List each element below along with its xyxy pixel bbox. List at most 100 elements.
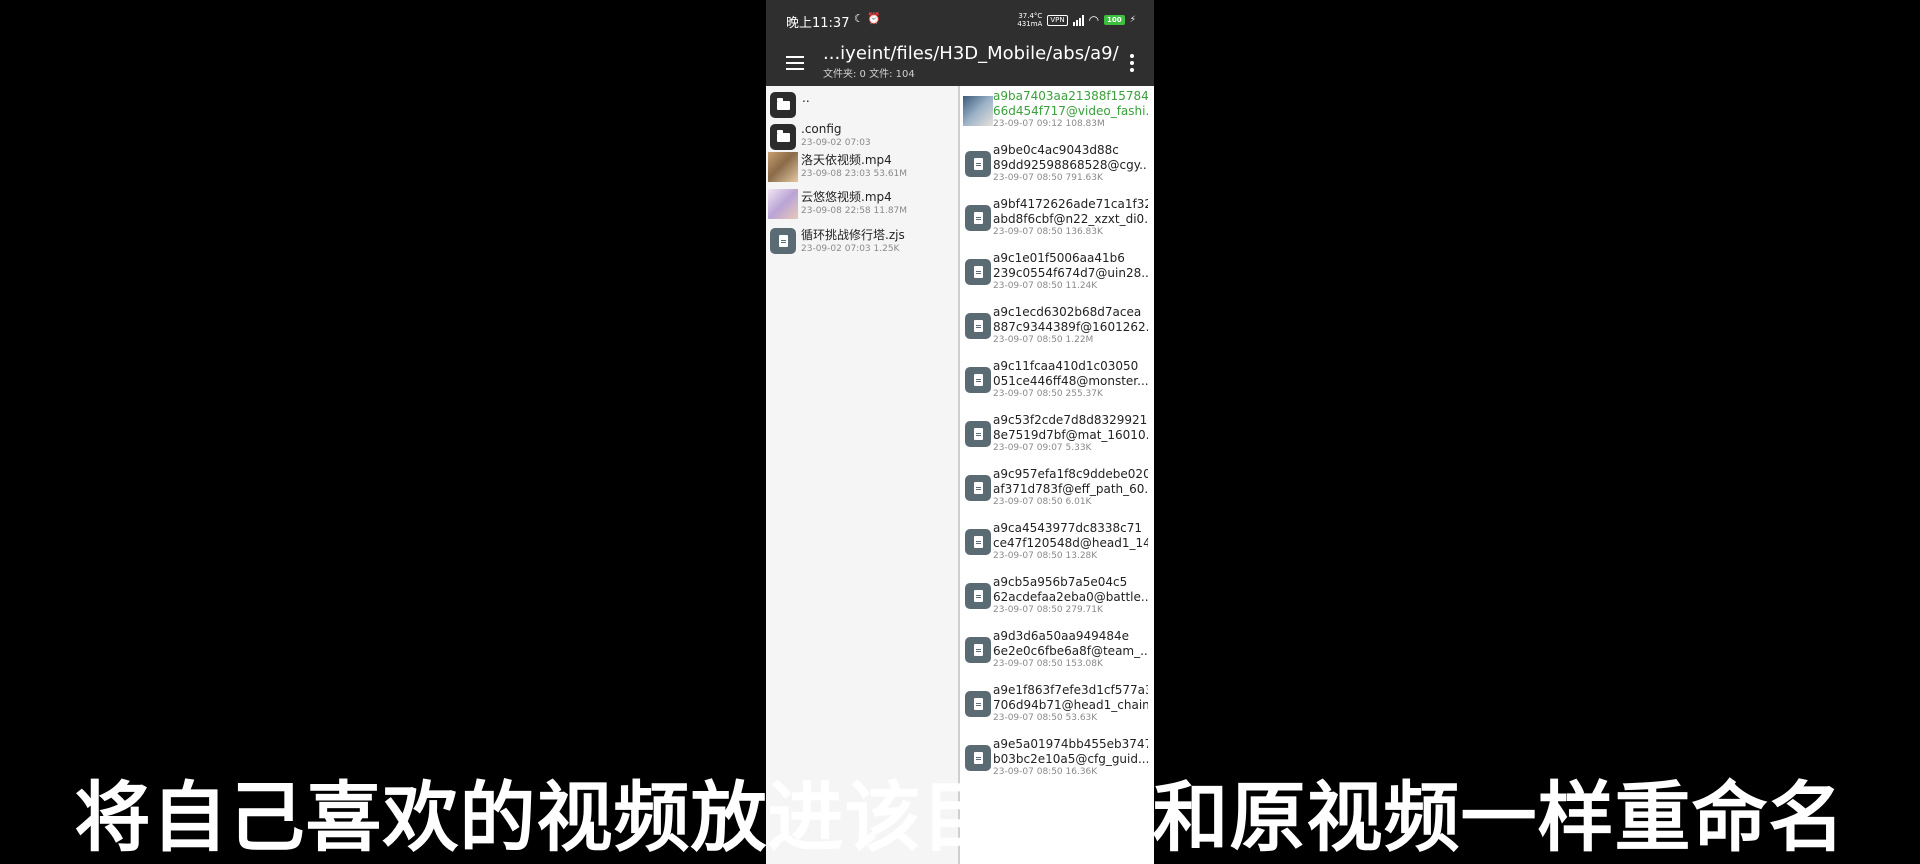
charging-icon: ⚡: [1129, 15, 1136, 25]
video-subtitle-caption: 将自己喜欢的视频放进该目录并和原视频一样重命名: [74, 773, 1846, 862]
file-meta: 23-09-07 09:07 5.33K: [993, 443, 1092, 453]
file-meta: 23-09-07 08:50 255.37K: [993, 389, 1103, 399]
document-icon: [965, 151, 991, 177]
file-name-line2: ce47f120548d@head1_14...: [993, 536, 1148, 550]
list-item-video[interactable]: 洛天依视频.mp4 23-09-08 23:03 53.61M: [766, 151, 958, 183]
file-meta: 23-09-08 23:03 53.61M: [801, 169, 908, 179]
file-meta: 23-09-07 08:50 136.83K: [993, 227, 1103, 237]
file-name-line2: abd8f6cbf@n22_xzxt_di0...: [993, 212, 1148, 226]
status-bar: 晚上11:37 ☾ ⏰ 37.4°C 431mA VPN ◠ 100 ⚡: [766, 0, 1154, 40]
folder-icon: [770, 92, 796, 118]
file-meta: 23-09-07 08:50 153.08K: [993, 659, 1103, 669]
file-name-line1: a9c11fcaa410d1c03050: [993, 359, 1139, 373]
file-name: 洛天依视频.mp4: [801, 153, 892, 167]
file-name-line1: a9ba7403aa21388f157844: [993, 89, 1148, 103]
file-name-line2: 8e7519d7bf@mat_16010...: [993, 428, 1148, 442]
file-name-line1: a9c1ecd6302b68d7acea: [993, 305, 1142, 319]
file-name: ..: [802, 91, 810, 105]
file-name-line2: b03bc2e10a5@cfg_guid...: [993, 752, 1148, 766]
list-item-parent-folder[interactable]: ..: [766, 90, 958, 118]
app-toolbar: ...iyeint/files/H3D_Mobile/abs/a9/ 文件夹: …: [766, 40, 1154, 86]
document-icon: [770, 228, 796, 254]
file-name-line2: 89dd92598868528@cgy...: [993, 158, 1148, 172]
file-meta: 23-09-07 08:50 791.63K: [993, 173, 1103, 183]
video-thumbnail: [768, 152, 798, 182]
document-icon: [965, 367, 991, 393]
list-item-config-folder[interactable]: .config 23-09-02 07:03: [766, 121, 958, 151]
file-name-line1: a9c957efa1f8c9ddebe020: [993, 467, 1148, 481]
list-item-file[interactable]: a9bf4172626ade71ca1f320 abd8f6cbf@n22_xz…: [960, 196, 1154, 240]
video-thumbnail: [768, 189, 798, 219]
wifi-icon: ◠: [1088, 13, 1100, 27]
document-icon: [965, 475, 991, 501]
list-item-video[interactable]: 云悠悠视频.mp4 23-09-08 22:58 11.87M: [766, 188, 958, 220]
moon-alarm-icons: ☾ ⏰: [854, 12, 882, 25]
current-readout: 431mA: [1017, 20, 1043, 28]
file-meta: 23-09-07 08:50 6.01K: [993, 497, 1092, 507]
battery-icon: 100: [1104, 15, 1125, 25]
list-item-file[interactable]: a9d3d6a50aa949484e 6e2e0c6fbe6a8f@team_.…: [960, 628, 1154, 672]
list-item-file[interactable]: a9c1ecd6302b68d7acea 887c9344389f@160126…: [960, 304, 1154, 348]
folder-file-count: 文件夹: 0 文件: 104: [823, 69, 915, 80]
list-item-file[interactable]: a9e1f863f7efe3d1cf577a3 706d94b71@head1_…: [960, 682, 1154, 726]
temp-readout: 37.4°C: [1018, 12, 1043, 20]
file-name-line1: a9cb5a956b7a5e04c5: [993, 575, 1128, 589]
status-right-cluster: 37.4°C 431mA VPN ◠ 100 ⚡: [1017, 9, 1136, 31]
video-thumbnail: [963, 96, 993, 126]
list-item-file[interactable]: a9be0c4ac9043d88c 89dd92598868528@cgy...…: [960, 142, 1154, 186]
file-meta: 23-09-07 08:50 11.24K: [993, 281, 1098, 291]
file-name-line1: a9d3d6a50aa949484e: [993, 629, 1130, 643]
document-icon: [965, 259, 991, 285]
file-name-line1: a9c53f2cde7d8d8329921c: [993, 413, 1148, 427]
list-item-file[interactable]: a9c53f2cde7d8d8329921c 8e7519d7bf@mat_16…: [960, 412, 1154, 456]
file-name-line2: 887c9344389f@1601262...: [993, 320, 1148, 334]
menu-icon[interactable]: [782, 50, 808, 76]
file-name: 云悠悠视频.mp4: [801, 190, 892, 204]
file-name-line2: 051ce446ff48@monster...: [993, 374, 1148, 388]
file-meta: 23-09-07 09:12 108.83M: [993, 119, 1105, 129]
file-name-line1: a9c1e01f5006aa41b6: [993, 251, 1125, 265]
file-name-line2: 706d94b71@head1_chain...: [993, 698, 1148, 712]
document-icon: [965, 205, 991, 231]
list-item-file[interactable]: a9ca4543977dc8338c71 ce47f120548d@head1_…: [960, 520, 1154, 564]
vpn-icon: VPN: [1047, 14, 1068, 26]
document-icon: [965, 583, 991, 609]
list-item-file[interactable]: a9c11fcaa410d1c03050 051ce446ff48@monste…: [960, 358, 1154, 402]
file-meta: 23-09-07 08:50 53.63K: [993, 713, 1098, 723]
file-meta: 23-09-07 08:50 279.71K: [993, 605, 1103, 615]
more-options-icon[interactable]: [1122, 50, 1142, 76]
document-icon: [965, 691, 991, 717]
path-title: ...iyeint/files/H3D_Mobile/abs/a9/: [823, 43, 1119, 64]
document-icon: [965, 529, 991, 555]
file-meta: 23-09-02 07:03 1.25K: [801, 244, 900, 254]
list-item-file[interactable]: 循环挑战修行塔.zjs 23-09-02 07:03 1.25K: [766, 226, 958, 258]
left-file-pane: .. .config 23-09-02 07:03 洛天依视频.mp4 23-0…: [766, 86, 960, 864]
list-item-file[interactable]: a9c1e01f5006aa41b6 239c0554f674d7@uin28.…: [960, 250, 1154, 294]
file-name-line2: 239c0554f674d7@uin28...: [993, 266, 1148, 280]
file-name-line1: a9e1f863f7efe3d1cf577a3: [993, 683, 1148, 697]
right-file-pane: a9ba7403aa21388f157844 66d454f717@video_…: [960, 86, 1154, 864]
file-name-line2: 6e2e0c6fbe6a8f@team_...: [993, 644, 1148, 658]
file-name-line2: 66d454f717@video_fashi...: [993, 104, 1148, 118]
signal-icon: [1072, 14, 1084, 26]
list-item-file[interactable]: a9cb5a956b7a5e04c5 62acdefaa2eba0@battle…: [960, 574, 1154, 618]
file-name-line2: af371d783f@eff_path_60...: [993, 482, 1148, 496]
list-item-video[interactable]: a9ba7403aa21388f157844 66d454f717@video_…: [960, 88, 1154, 132]
file-meta: 23-09-07 08:50 13.28K: [993, 551, 1098, 561]
file-name: .config: [801, 122, 842, 136]
temp-current-readout: 37.4°C 431mA: [1017, 12, 1042, 28]
phone-screen: 晚上11:37 ☾ ⏰ 37.4°C 431mA VPN ◠ 100 ⚡ ...…: [766, 0, 1154, 864]
list-item-file[interactable]: a9c957efa1f8c9ddebe020 af371d783f@eff_pa…: [960, 466, 1154, 510]
status-time: 晚上11:37: [786, 16, 850, 31]
file-meta: 23-09-07 08:50 1.22M: [993, 335, 1094, 345]
file-meta: 23-09-08 22:58 11.87M: [801, 206, 908, 216]
document-icon: [965, 637, 991, 663]
file-name-line2: 62acdefaa2eba0@battle...: [993, 590, 1148, 604]
file-name-line1: a9bf4172626ade71ca1f320: [993, 197, 1148, 211]
folder-icon: [770, 124, 796, 150]
file-meta: 23-09-02 07:03: [801, 138, 871, 148]
document-icon: [965, 745, 991, 771]
file-name-line1: a9e5a01974bb455eb3747: [993, 737, 1148, 751]
file-name-line1: a9ca4543977dc8338c71: [993, 521, 1143, 535]
document-icon: [965, 421, 991, 447]
